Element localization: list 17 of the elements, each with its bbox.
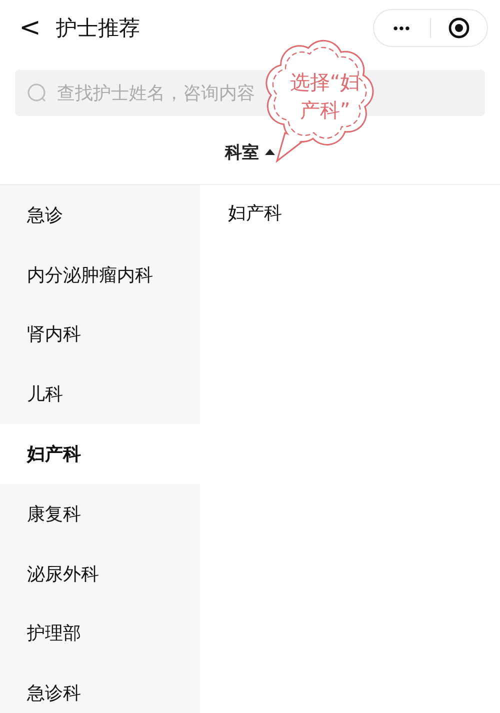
more-button[interactable]: ••• (374, 20, 430, 36)
department-item[interactable]: 急诊科 (0, 663, 200, 713)
department-item[interactable]: 儿科 (0, 364, 200, 424)
department-item[interactable]: 肾内科 (0, 304, 200, 364)
search-field[interactable]: 查找护士姓名，咨询内容 (57, 82, 262, 104)
department-item[interactable]: 护理部 (0, 604, 200, 664)
sub-department-item[interactable]: 妇产科 (228, 201, 500, 225)
search-icon (27, 83, 47, 103)
target-icon[interactable] (448, 16, 470, 38)
department-filter[interactable]: 科室 (225, 136, 275, 164)
caret-icon (265, 149, 275, 155)
back-button[interactable]: < (18, 12, 42, 42)
department-item[interactable]: 康复科 (0, 484, 200, 544)
department-item[interactable]: 急诊 (0, 185, 200, 245)
page-title: 护士推荐 (56, 14, 141, 42)
department-item[interactable]: 泌尿外科 (0, 544, 200, 604)
department-item[interactable]: 内分泌肿瘤内科 (0, 244, 200, 305)
